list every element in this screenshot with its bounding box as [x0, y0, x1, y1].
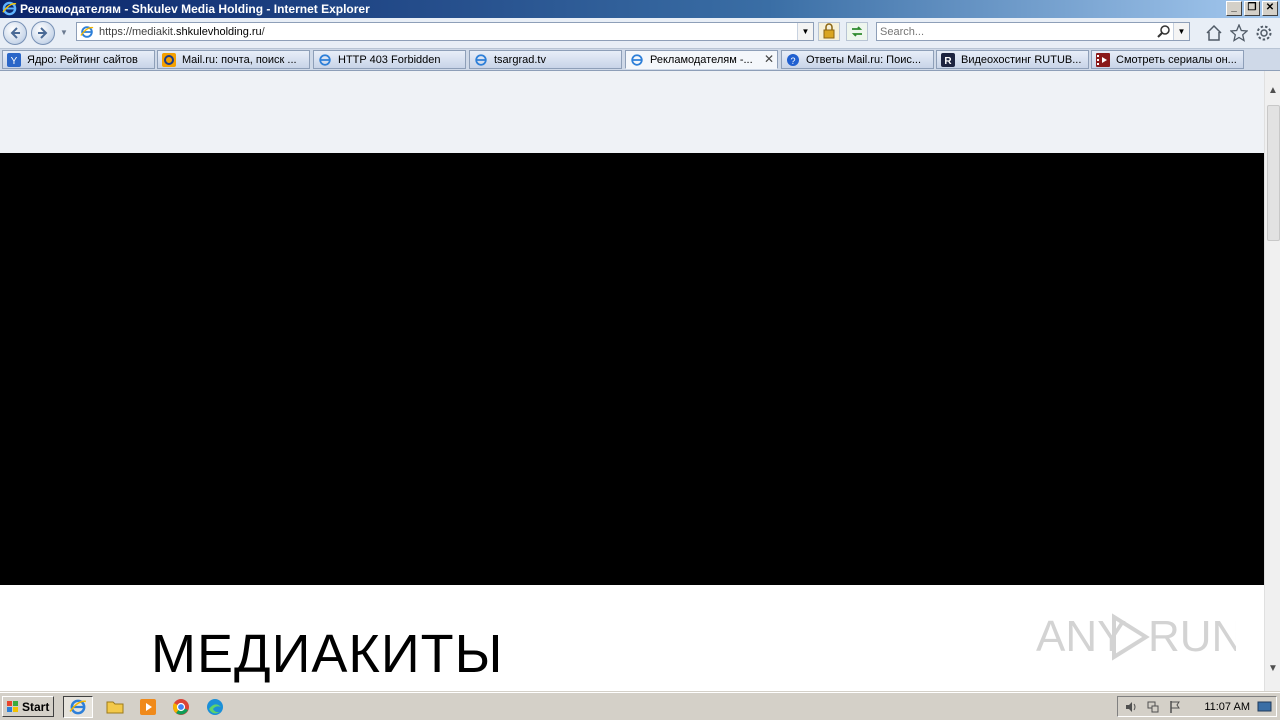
url-prefix: https://mediakit. [99, 26, 177, 38]
tab-tsargrad[interactable]: tsargrad.tv [469, 50, 622, 69]
url-suffix: / [261, 26, 265, 38]
ie-logo-icon [69, 699, 86, 715]
address-bar[interactable]: https://mediakit.shkulevholding.ru/ ▼ [76, 22, 814, 41]
action-center-flag-icon[interactable] [1168, 700, 1182, 714]
taskbar-ie-button[interactable] [63, 696, 93, 718]
tab-serials[interactable]: Смотреть сериалы он... [1091, 50, 1244, 69]
home-icon[interactable] [1205, 24, 1223, 42]
search-input[interactable] [880, 25, 1150, 38]
tab-label: Смотреть сериалы он... [1116, 54, 1237, 66]
chrome-icon[interactable] [170, 696, 192, 718]
back-button[interactable] [3, 21, 27, 45]
ie-logo-icon [2, 1, 17, 16]
window-title: Рекламодателям - Shkulev Media Holding -… [20, 2, 370, 16]
refresh-button[interactable] [846, 22, 868, 41]
refresh-icon [851, 26, 863, 37]
start-label: Start [22, 700, 50, 714]
back-arrow-icon [10, 27, 20, 39]
media-player-icon[interactable] [137, 696, 159, 718]
tab-label: tsargrad.tv [494, 54, 546, 66]
svg-text:Y: Y [11, 56, 18, 67]
scroll-up-icon[interactable]: ▲ [1265, 83, 1280, 99]
svg-text:R: R [944, 56, 952, 67]
ie-page-icon [475, 54, 487, 66]
tab-rutube[interactable]: R Видеохостинг RUTUB... [936, 50, 1089, 69]
forward-button[interactable] [31, 21, 55, 45]
scroll-down-icon[interactable]: ▼ [1265, 661, 1280, 677]
tab-http-403[interactable]: HTTP 403 Forbidden [313, 50, 466, 69]
clock: 11:07 AM [1204, 701, 1250, 713]
address-url: https://mediakit.shkulevholding.ru/ [99, 26, 265, 38]
tab-mailru[interactable]: Mail.ru: почта, поиск ... [157, 50, 310, 69]
rutube-icon: R [941, 53, 955, 67]
scroll-thumb[interactable] [1267, 105, 1280, 241]
folder-icon[interactable] [104, 696, 126, 718]
url-domain: shkulevholding.ru [176, 26, 262, 38]
favorites-star-icon[interactable] [1230, 24, 1248, 42]
title-bar[interactable]: Рекламодателям - Shkulev Media Holding -… [0, 0, 1280, 18]
site-header [0, 71, 1264, 153]
ie-window: Рекламодателям - Shkulev Media Holding -… [0, 0, 1280, 720]
hero-video-area[interactable] [0, 153, 1264, 585]
search-icon[interactable] [1157, 25, 1171, 39]
windows-flag-icon [7, 701, 18, 712]
show-desktop-icon[interactable] [1257, 700, 1273, 714]
network-icon[interactable] [1146, 700, 1160, 714]
tab-advertisers-active[interactable]: Рекламодателям -... ✕ [625, 50, 778, 69]
vertical-scrollbar[interactable]: ▲ ▼ [1264, 71, 1280, 691]
volume-icon[interactable] [1124, 700, 1138, 714]
yandex-icon: Y [7, 53, 21, 67]
lock-icon [823, 23, 835, 39]
page-favicon-icon [80, 26, 94, 38]
page-viewport[interactable]: МЕДИАКИТЫ ANY RUN [0, 71, 1264, 691]
close-button[interactable]: ✕ [1262, 1, 1278, 16]
ie-page-icon [319, 54, 331, 66]
question-icon: ? [787, 54, 799, 66]
system-tray: 11:07 AM [1117, 696, 1277, 717]
tab-label: Ядро: Рейтинг сайтов [27, 54, 138, 66]
taskbar: Start 11:07 AM [0, 692, 1280, 720]
navigation-bar: ▼ https://mediakit.shkulevholding.ru/ ▼ … [0, 18, 1280, 49]
forward-arrow-icon [38, 27, 48, 39]
page-heading: МЕДИАКИТЫ [151, 624, 504, 684]
tab-label: Видеохостинг RUTUB... [961, 54, 1082, 66]
tab-label: Ответы Mail.ru: Поис... [806, 54, 922, 66]
edge-icon[interactable] [204, 696, 226, 718]
tab-bar: Y Ядро: Рейтинг сайтов Mail.ru: почта, п… [0, 49, 1280, 71]
search-dropdown-icon[interactable]: ▼ [1173, 23, 1189, 40]
address-dropdown-icon[interactable]: ▼ [797, 23, 813, 40]
tab-close-icon[interactable]: ✕ [764, 52, 774, 66]
tab-label: HTTP 403 Forbidden [338, 54, 441, 66]
tab-yandex-rating[interactable]: Y Ядро: Рейтинг сайтов [2, 50, 155, 69]
anyrun-watermark: ANY RUN [1036, 612, 1236, 661]
tab-label: Рекламодателям -... [650, 54, 753, 66]
film-icon [1096, 53, 1110, 67]
restore-button[interactable]: ❐ [1244, 1, 1260, 16]
minimize-button[interactable]: _ [1226, 1, 1242, 16]
tab-label: Mail.ru: почта, поиск ... [182, 54, 297, 66]
mailru-icon [162, 53, 176, 67]
search-box[interactable]: ▼ [876, 22, 1190, 41]
watermark-run: RUN [1148, 612, 1236, 661]
history-dropdown-icon[interactable]: ▼ [60, 28, 70, 38]
ie-page-icon [631, 54, 643, 66]
svg-text:?: ? [790, 56, 795, 66]
security-lock-button[interactable] [818, 22, 840, 41]
tab-otvety-mailru[interactable]: ? Ответы Mail.ru: Поис... [781, 50, 934, 69]
settings-gear-icon[interactable] [1255, 24, 1273, 42]
start-button[interactable]: Start [2, 696, 54, 717]
